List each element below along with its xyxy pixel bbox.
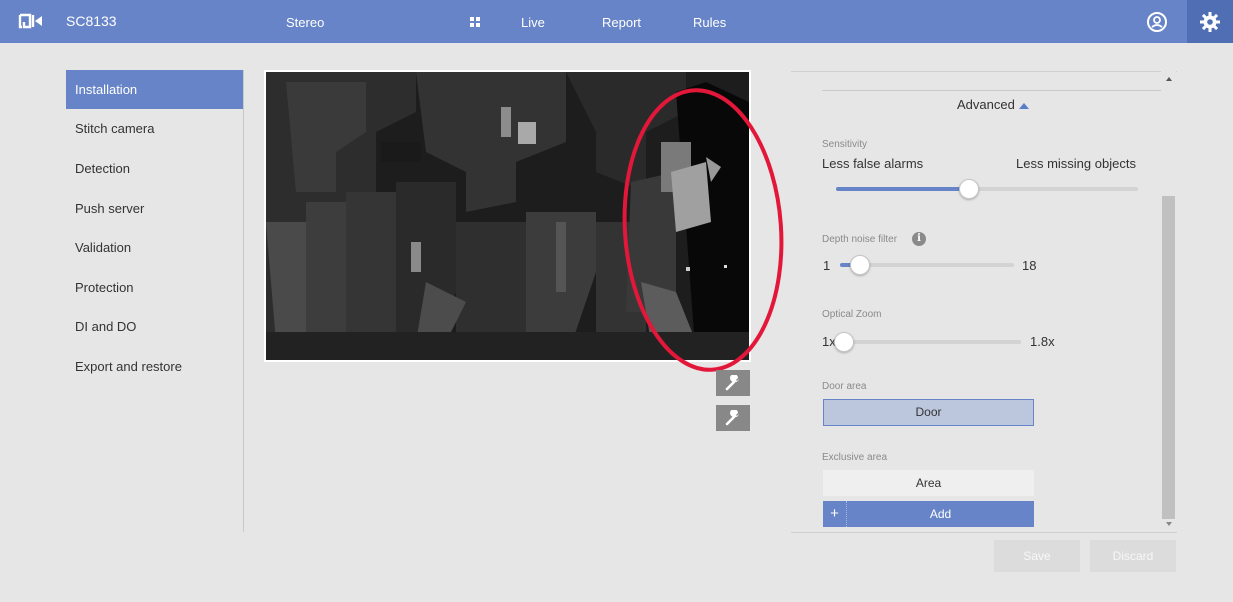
add-area-button[interactable]: + Add (823, 501, 1034, 527)
nav-rules[interactable]: Rules (693, 15, 726, 30)
settings-button[interactable] (1187, 0, 1233, 43)
annotation-ellipse (622, 88, 784, 372)
camera-model: SC8133 (66, 13, 117, 29)
sensitivity-slider-handle[interactable] (958, 179, 979, 199)
sidebar-item-installation[interactable]: Installation (66, 70, 243, 109)
account-icon[interactable] (1146, 11, 1168, 38)
optical-zoom-max: 1.8x (1030, 334, 1055, 349)
sidebar-item-detection[interactable]: Detection (66, 149, 243, 188)
divider (822, 90, 1162, 91)
sidebar-item-stitch-camera[interactable]: Stitch camera (66, 109, 243, 148)
discard-button[interactable]: Discard (1090, 540, 1176, 572)
wrench-icon (725, 375, 739, 391)
sensitivity-max-label: Less missing objects (1016, 156, 1136, 171)
depth-noise-min: 1 (823, 258, 831, 273)
sensitivity-label: Sensitivity (822, 139, 868, 150)
door-button[interactable]: Door (823, 399, 1034, 426)
info-icon[interactable]: i (912, 232, 926, 246)
save-button[interactable]: Save (994, 540, 1080, 572)
exclusive-area-label: Exclusive area (822, 452, 888, 463)
area-button[interactable]: Area (823, 470, 1034, 496)
wrench-button[interactable] (716, 370, 750, 396)
grid-icon[interactable] (470, 14, 480, 32)
optical-zoom-slider-handle[interactable] (834, 332, 854, 352)
optical-zoom-label: Optical Zoom (822, 309, 882, 320)
scroll-down-icon[interactable] (1166, 522, 1172, 526)
add-label: Add (929, 507, 952, 521)
sidebar-item-push-server[interactable]: Push server (66, 189, 243, 228)
caret-up-icon[interactable] (1019, 103, 1029, 109)
sidebar-item-export-and-restore[interactable]: Export and restore (66, 347, 243, 386)
wrench-button[interactable] (716, 405, 750, 431)
vivotek-logo-icon[interactable] (18, 13, 44, 35)
scroll-up-icon[interactable] (1166, 77, 1172, 81)
nav-live[interactable]: Live (521, 15, 545, 30)
door-area-label: Door area (822, 381, 867, 392)
depth-noise-label: Depth noise filter (822, 234, 898, 245)
sensitivity-min-label: Less false alarms (822, 156, 924, 171)
wrench-icon (725, 410, 739, 426)
gear-icon (1200, 12, 1220, 32)
sidebar-item-validation[interactable]: Validation (66, 228, 243, 267)
advanced-toggle[interactable]: Advanced (957, 97, 1015, 112)
sensitivity-slider[interactable] (836, 187, 1138, 191)
top-bar: SC8133 Stereo Live Report Rules (0, 0, 1233, 43)
nav-report[interactable]: Report (602, 15, 641, 30)
sensitivity-slider-fill (836, 187, 969, 191)
scrollbar-thumb[interactable] (1162, 196, 1175, 519)
optical-zoom-slider[interactable] (844, 340, 1021, 344)
sidebar: Installation Stitch camera Detection Pus… (66, 70, 244, 532)
sidebar-item-di-and-do[interactable]: DI and DO (66, 307, 243, 346)
plus-icon: + (823, 501, 847, 527)
depth-noise-max: 18 (1022, 258, 1037, 273)
sidebar-item-protection[interactable]: Protection (66, 268, 243, 307)
stream-selector[interactable]: Stereo (286, 15, 324, 30)
